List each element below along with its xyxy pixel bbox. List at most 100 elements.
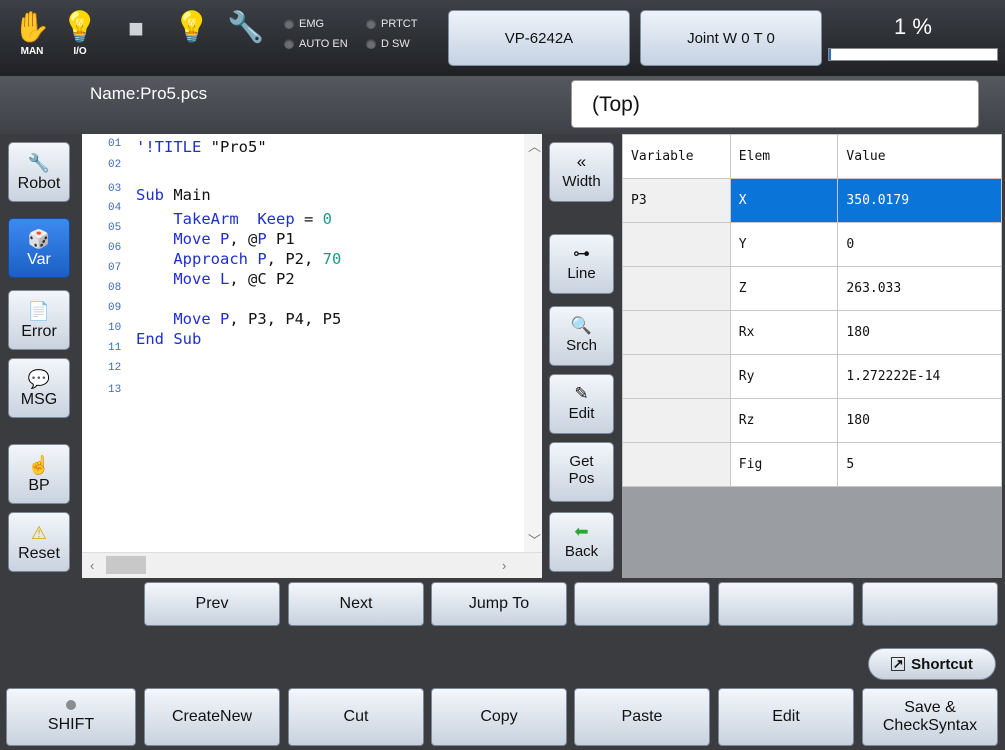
tool-button-back[interactable]: ⬅ Back: [549, 512, 614, 572]
side-button-label: Robot: [17, 175, 61, 192]
procedure-location-field[interactable]: (Top): [571, 80, 979, 128]
variable-cell[interactable]: [622, 266, 731, 311]
tool-button-srch[interactable]: 🔍 Srch: [549, 306, 614, 366]
variable-table: Variable Elem Value P3 X 350.0179 Y 0 Z 263.03…: [622, 134, 1002, 487]
line-number: 04: [108, 202, 122, 214]
elem-cell[interactable]: Z: [729, 266, 839, 311]
value-cell[interactable]: 180: [837, 398, 1002, 443]
func-button-edit[interactable]: Edit: [718, 688, 854, 746]
value-cell[interactable]: 1.272222E-14: [837, 354, 1002, 399]
table-row[interactable]: Ry 1.272222E-14: [622, 354, 1002, 399]
code-line[interactable]: TakeArm Keep = 0: [136, 210, 332, 228]
shortcut-label: Shortcut: [911, 655, 973, 673]
variable-cell[interactable]: [622, 222, 731, 267]
code-line[interactable]: End Sub: [136, 330, 201, 348]
nav-button-prev[interactable]: Prev: [144, 582, 280, 626]
side-button-robot[interactable]: 🔧 Robot: [8, 142, 70, 202]
value-cell[interactable]: 350.0179: [837, 178, 1002, 223]
tool-button-label: Srch: [566, 337, 597, 354]
code-line[interactable]: Move P, P3, P4, P5: [136, 310, 341, 328]
nav-button-blank[interactable]: [574, 582, 710, 626]
tool-button-line[interactable]: ⊶ Line: [549, 234, 614, 294]
top-status-bar: ✋ MAN 💡 I/O ■ 💡 🔧 EMG PRTCT AUTO EN D SW…: [0, 0, 1005, 76]
code-line[interactable]: Sub Main: [136, 186, 211, 204]
table-row[interactable]: Fig 5: [622, 442, 1002, 487]
elem-cell[interactable]: Fig: [729, 442, 839, 487]
pencil-icon: ✎: [574, 384, 589, 403]
side-button-var[interactable]: 🎲 Var: [8, 218, 70, 278]
line-number: 03: [108, 183, 122, 195]
io-bulb-icon[interactable]: 💡 I/O: [60, 8, 100, 66]
dsw-lamp: D SW: [366, 38, 410, 50]
auto-en-label: AUTO EN: [299, 38, 348, 50]
variable-table-panel: Variable Elem Value P3 X 350.0179 Y 0 Z 263.03…: [622, 134, 1002, 578]
wrench-icon[interactable]: 🔧: [226, 8, 266, 66]
scroll-up-icon[interactable]: ︿: [528, 136, 541, 155]
side-button-error[interactable]: 📄 Error: [8, 290, 70, 350]
code-line[interactable]: Move L, @C P2: [136, 270, 294, 288]
side-button-bp[interactable]: ☝ BP: [8, 444, 70, 504]
func-button-copy[interactable]: Copy: [431, 688, 567, 746]
scroll-left-icon[interactable]: ‹: [90, 558, 94, 573]
code-editor[interactable]: 01 02 03 04 05 06 07 08 09 10 11 12 13 '!TITLE "Pro5…: [82, 134, 542, 578]
func-button-cut[interactable]: Cut: [288, 688, 424, 746]
shortcut-button[interactable]: ↗ Shortcut: [868, 648, 996, 680]
binoculars-icon: ⊶: [573, 244, 590, 263]
table-row[interactable]: Y0: [622, 222, 1002, 267]
elem-cell[interactable]: Ry: [729, 354, 839, 399]
table-row[interactable]: Rx 180: [622, 310, 1002, 355]
speed-label[interactable]: 1 %: [828, 14, 998, 40]
nav-button-blank[interactable]: [862, 582, 998, 626]
variable-cell[interactable]: P3: [622, 178, 731, 223]
func-button-paste[interactable]: Paste: [574, 688, 710, 746]
variable-cell[interactable]: [622, 310, 731, 355]
man-hand-icon[interactable]: ✋ MAN: [12, 8, 52, 66]
hand-pointer-icon: ☝: [27, 455, 51, 475]
line-number: 06: [108, 242, 122, 254]
table-row[interactable]: P3 X 350.0179: [622, 178, 1002, 223]
scroll-right-icon[interactable]: ›: [502, 558, 506, 573]
side-button-reset[interactable]: ⚠ Reset: [8, 512, 70, 572]
horizontal-scrollbar[interactable]: ‹ ›: [82, 552, 542, 578]
code-line[interactable]: Move P, @P P1: [136, 230, 294, 248]
variable-cell[interactable]: [622, 442, 731, 487]
elem-cell[interactable]: Y: [729, 222, 839, 267]
nav-button-next[interactable]: Next: [288, 582, 424, 626]
stop-square-icon[interactable]: ■: [116, 8, 156, 66]
side-button-msg[interactable]: 💬 MSG: [8, 358, 70, 418]
scroll-thumb[interactable]: [106, 556, 146, 574]
tool-button-edit[interactable]: ✎ Edit: [549, 374, 614, 434]
nav-button-blank[interactable]: [718, 582, 854, 626]
variable-cell[interactable]: [622, 354, 731, 399]
tool-button-width[interactable]: « Width: [549, 142, 614, 202]
elem-cell[interactable]: Rx: [729, 310, 839, 355]
value-cell[interactable]: 0: [837, 222, 1002, 267]
func-button-label: CreateNew: [171, 708, 253, 725]
error-doc-icon: 📄: [27, 301, 51, 321]
variable-cell[interactable]: [622, 398, 731, 443]
nav-button-jump-to[interactable]: Jump To: [431, 582, 567, 626]
dsw-label: D SW: [381, 38, 410, 50]
lamp-bulb-icon[interactable]: 💡: [172, 8, 212, 66]
value-cell[interactable]: 180: [837, 310, 1002, 355]
table-row[interactable]: Rz 180: [622, 398, 1002, 443]
elem-cell[interactable]: Rz: [729, 398, 839, 443]
value-cell[interactable]: 263.033: [837, 266, 1002, 311]
tool-button-get-pos[interactable]: Get Pos: [549, 442, 614, 502]
func-button-shift[interactable]: SHIFT: [6, 688, 136, 746]
speed-bar[interactable]: [828, 48, 998, 61]
code-line[interactable]: '!TITLE "Pro5": [136, 138, 267, 156]
vertical-scrollbar[interactable]: ︿ ﹀: [524, 134, 542, 552]
joint-mode-button[interactable]: Joint W 0 T 0: [640, 10, 822, 66]
robot-model-button[interactable]: VP-6242A: [448, 10, 630, 66]
func-button-label: Cut: [343, 708, 369, 725]
func-button-createnew[interactable]: CreateNew: [144, 688, 280, 746]
scroll-down-icon[interactable]: ﹀: [528, 530, 541, 549]
shift-label: SHIFT: [47, 716, 95, 733]
line-number: 10: [108, 322, 122, 334]
func-button-save[interactable]: Save & CheckSyntax: [862, 688, 998, 746]
table-row[interactable]: Z 263.033: [622, 266, 1002, 311]
code-line[interactable]: Approach P, P2, 70: [136, 250, 341, 268]
value-cell[interactable]: 5: [837, 442, 1002, 487]
elem-cell[interactable]: X: [729, 178, 839, 223]
